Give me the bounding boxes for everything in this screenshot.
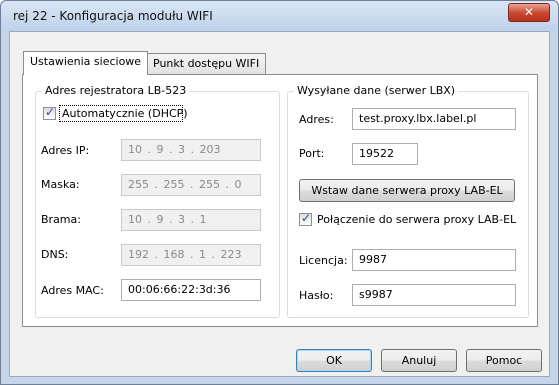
checkmark-icon: ✓: [301, 211, 312, 225]
dhcp-label[interactable]: Automatycznie (DHCP): [62, 107, 188, 120]
server-data-group: Wysyłane dane (serwer LBX) Adres: test.p…: [287, 84, 529, 318]
password-field[interactable]: s9987: [352, 284, 516, 306]
dns-label: DNS:: [41, 248, 69, 261]
dialog-client-area: Ustawienia sieciowe Punkt dostępu WIFI A…: [9, 31, 550, 377]
tab-label: Punkt dostępu WIFI: [153, 57, 260, 70]
recorder-address-group: Adres rejestratora LB-523 ✓ Automatyczni…: [35, 84, 280, 318]
dns-field[interactable]: 192 . 168 . 1 . 223: [121, 244, 261, 266]
address-label: Adres:: [299, 113, 334, 126]
recorder-group-title: Adres rejestratora LB-523: [42, 84, 190, 97]
port-field[interactable]: 19522: [352, 143, 418, 165]
server-address-field[interactable]: test.proxy.lbx.label.pl: [352, 108, 516, 130]
window-title: rej 22 - Konfiguracja modułu WIFI: [13, 9, 213, 23]
port-label: Port:: [299, 147, 325, 160]
tab-network-settings[interactable]: Ustawienia sieciowe: [23, 51, 149, 75]
tab-wifi-access-point[interactable]: Punkt dostępu WIFI: [146, 53, 267, 74]
password-label: Hasło:: [299, 289, 334, 302]
insert-proxy-server-button[interactable]: Wstaw dane serwera proxy LAB-EL: [299, 179, 515, 202]
dhcp-checkbox[interactable]: ✓: [43, 105, 56, 120]
close-icon: ✕: [523, 5, 535, 19]
checkmark-icon: ✓: [45, 105, 56, 119]
title-bar[interactable]: rej 22 - Konfiguracja modułu WIFI ✕: [1, 1, 558, 31]
license-label: Licencja:: [299, 254, 348, 267]
gateway-label: Brama:: [41, 213, 81, 226]
close-button[interactable]: ✕: [508, 3, 550, 22]
mask-label: Maska:: [41, 178, 80, 191]
ip-label: Adres IP:: [41, 144, 90, 157]
ip-address-field[interactable]: 10 . 9 . 3 . 203: [121, 139, 261, 161]
gateway-field[interactable]: 10 . 9 . 3 . 1: [121, 209, 261, 231]
tab-panel: Adres rejestratora LB-523 ✓ Automatyczni…: [22, 74, 538, 327]
ok-button[interactable]: OK: [296, 349, 372, 372]
cancel-button[interactable]: Anuluj: [381, 349, 457, 372]
proxy-connection-label[interactable]: Połączenie do serwera proxy LAB-EL: [317, 213, 516, 226]
tab-label: Ustawienia sieciowe: [30, 55, 142, 68]
server-group-title: Wysyłane dane (serwer LBX): [294, 84, 459, 97]
license-field[interactable]: 9987: [352, 249, 516, 271]
mac-address-field[interactable]: 00:06:66:22:3d:36: [121, 279, 261, 301]
help-button[interactable]: Pomoc: [466, 349, 542, 372]
subnet-mask-field[interactable]: 255 . 255 . 255 . 0: [121, 174, 261, 196]
proxy-connection-checkbox[interactable]: ✓: [299, 211, 312, 226]
dialog-window: rej 22 - Konfiguracja modułu WIFI ✕ Usta…: [0, 0, 559, 385]
mac-label: Adres MAC:: [41, 284, 104, 297]
